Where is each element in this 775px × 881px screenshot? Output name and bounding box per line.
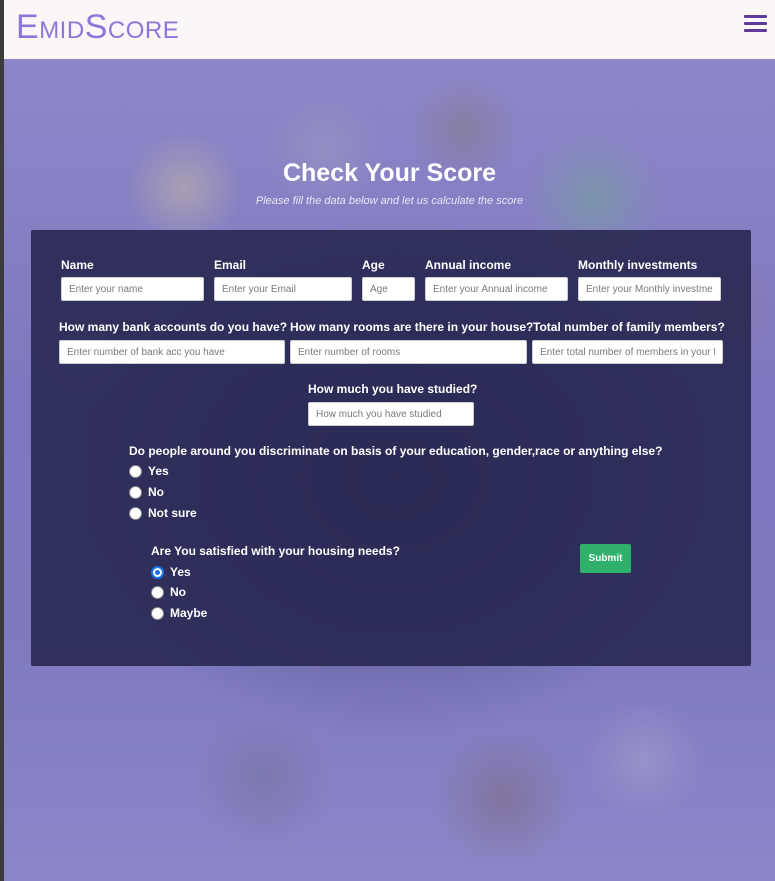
name-label: Name: [61, 258, 94, 272]
navbar: EMIDSCORE: [4, 0, 775, 59]
radio-button[interactable]: [129, 464, 142, 478]
family-members-label: Total number of family members?: [533, 320, 725, 334]
logo-letter: S: [84, 8, 108, 46]
housing-option-yes[interactable]: Yes: [151, 565, 191, 579]
discrimination-option-not-sure[interactable]: Not sure: [129, 506, 197, 520]
housing-option-maybe[interactable]: Maybe: [151, 606, 207, 620]
option-label: Yes: [148, 464, 169, 478]
bank-accounts-input[interactable]: [59, 340, 285, 364]
rooms-label: How many rooms are there in your house?: [290, 320, 534, 334]
age-input[interactable]: [362, 277, 415, 301]
radio-button[interactable]: [151, 585, 164, 599]
housing-option-no[interactable]: No: [151, 585, 186, 599]
option-label: No: [170, 585, 186, 599]
option-label: No: [148, 485, 164, 499]
rooms-input[interactable]: [290, 340, 527, 364]
radio-button[interactable]: [129, 485, 142, 499]
discrimination-option-yes[interactable]: Yes: [129, 464, 169, 478]
logo-text: CORE: [107, 17, 180, 44]
page-title: Check Your Score: [282, 159, 497, 187]
studied-label: How much you have studied?: [308, 382, 478, 396]
monthly-investments-input[interactable]: [578, 277, 721, 301]
hamburger-menu-icon[interactable]: [744, 15, 767, 35]
discrimination-option-no[interactable]: No: [129, 485, 164, 499]
score-form: Name Email Age Annual income Monthly inv…: [31, 230, 751, 666]
option-label: Maybe: [170, 606, 208, 620]
submit-button[interactable]: Submit: [580, 544, 631, 573]
housing-question: Are You satisfied with your housing need…: [151, 544, 400, 558]
logo-letter: E: [16, 8, 40, 46]
email-label: Email: [214, 258, 247, 272]
brand-logo[interactable]: EMIDSCORE: [16, 8, 179, 47]
email-input[interactable]: [214, 277, 352, 301]
studied-input[interactable]: [308, 402, 474, 426]
annual-income-input[interactable]: [425, 277, 568, 301]
option-label: Not sure: [148, 506, 197, 520]
name-input[interactable]: [61, 277, 204, 301]
page-subtitle: Please fill the data below and let us ca…: [255, 195, 524, 207]
bank-accounts-label: How many bank accounts do you have?: [59, 320, 288, 334]
radio-button[interactable]: [151, 606, 164, 620]
discrimination-question: Do people around you discriminate on bas…: [129, 444, 663, 458]
option-label: Yes: [170, 565, 191, 579]
monthly-investments-label: Monthly investments: [578, 258, 698, 272]
radio-button[interactable]: [129, 506, 142, 520]
logo-text: MID: [39, 17, 85, 44]
radio-button-selected[interactable]: [151, 565, 164, 579]
annual-income-label: Annual income: [425, 258, 512, 272]
age-label: Age: [362, 258, 385, 272]
family-members-input[interactable]: [532, 340, 723, 364]
